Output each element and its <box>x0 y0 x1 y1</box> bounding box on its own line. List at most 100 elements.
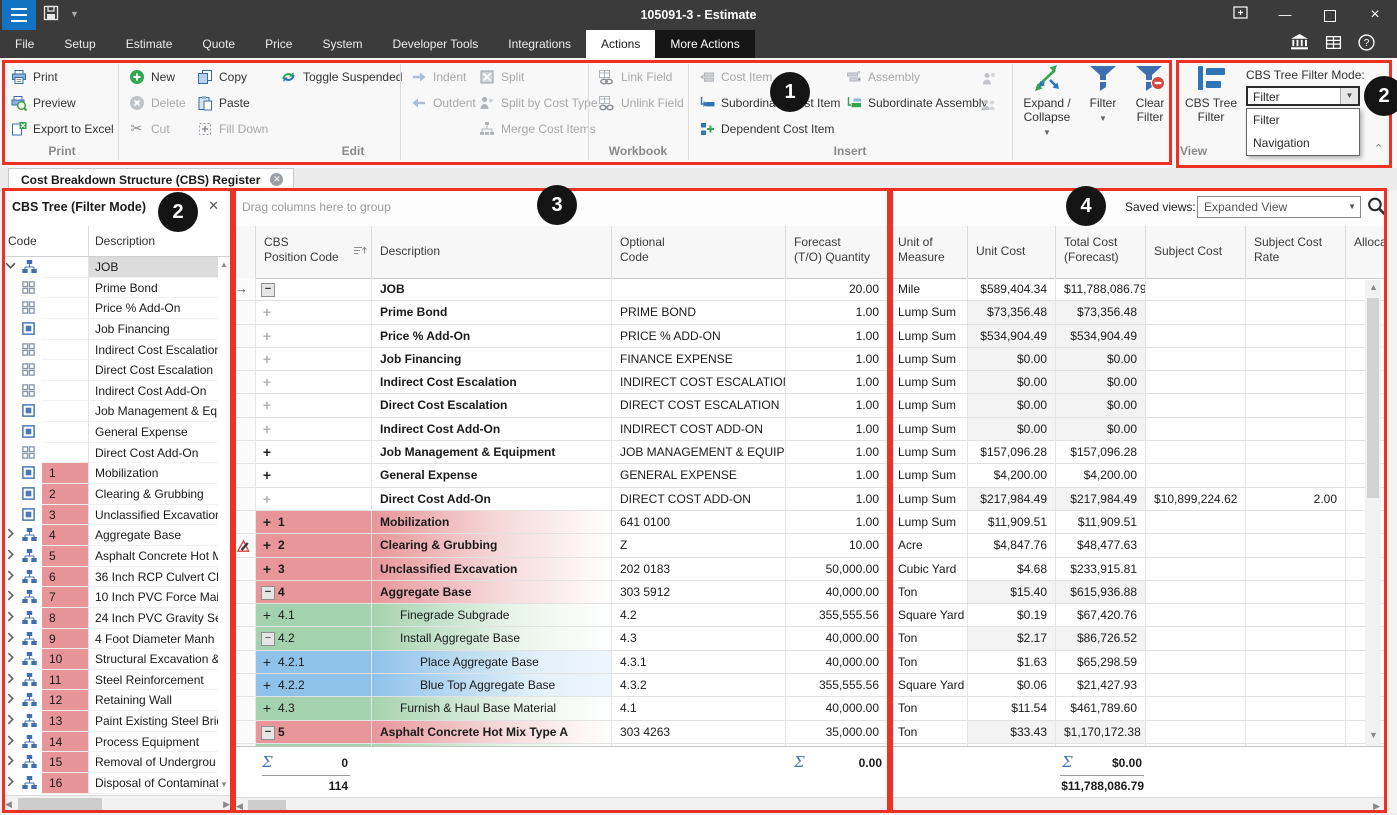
tree-row[interactable]: 9 4 Foot Diameter Manh <box>2 629 233 650</box>
tree-row[interactable]: General Expense <box>2 422 233 443</box>
table-row[interactable]: 3 Unclassified Excavation 202 0183 50,00… <box>232 558 890 581</box>
clear-filter-button[interactable]: Clear Filter <box>1128 62 1172 124</box>
chevron-right-icon[interactable] <box>5 549 18 563</box>
table-row[interactable]: 4.3 Furnish & Haul Base Material 4.1 40,… <box>232 697 890 720</box>
chevron-down-icon[interactable] <box>5 260 18 274</box>
ribbon-button[interactable]: Copy <box>196 68 268 85</box>
tree-row[interactable]: 4 Aggregate Base <box>2 525 233 546</box>
ribbon-button[interactable]: Split <box>478 68 598 85</box>
grid-scroll-thumb[interactable] <box>248 800 286 812</box>
col-header-unit-cost[interactable]: Unit Cost <box>968 226 1056 278</box>
tree-row[interactable]: 13 Paint Existing Steel Brid <box>2 711 233 732</box>
minimize-button[interactable]: — <box>1265 0 1305 30</box>
chevron-right-icon[interactable] <box>5 693 18 707</box>
table-row[interactable]: Direct Cost Add-On DIRECT COST ADD-ON 1.… <box>232 488 890 511</box>
table-row[interactable]: Price % Add-On PRICE % ADD-ON 1.00 <box>232 325 890 348</box>
table-row[interactable]: 4.1 Finegrade Subgrade 4.2 355,555.56 <box>232 604 890 627</box>
menu-estimate[interactable]: Estimate <box>111 30 188 58</box>
bank-icon[interactable] <box>1290 34 1309 54</box>
table-row[interactable]: Job Management & Equipment JOB MANAGEMEN… <box>232 441 890 464</box>
chevron-right-icon[interactable] <box>5 776 18 790</box>
expand-toggle-icon[interactable] <box>261 609 273 621</box>
table-row[interactable]: Lump Sum $0.00 $0.00 <box>890 418 1386 441</box>
chevron-down-icon[interactable]: ▼ <box>1348 197 1356 217</box>
expand-collapse-button[interactable]: Expand / Collapse ▼ <box>1016 62 1078 138</box>
table-row[interactable]: 4.2.1 Place Aggregate Base 4.3.1 40,000.… <box>232 651 890 674</box>
collapse-ribbon-chevron[interactable]: ⌃ <box>1374 142 1383 155</box>
table-row[interactable]: Lump Sum $217,984.49 $217,984.49 $10,899… <box>890 488 1386 511</box>
expand-toggle-icon[interactable] <box>261 679 273 691</box>
table-row[interactable]: Indirect Cost Add-On INDIRECT COST ADD-O… <box>232 418 890 441</box>
save-dropdown-caret[interactable]: ▼ <box>70 9 79 19</box>
table-row[interactable]: Prime Bond PRIME BOND 1.00 <box>232 301 890 324</box>
expand-toggle-icon[interactable] <box>261 376 273 388</box>
menu-setup[interactable]: Setup <box>49 30 110 58</box>
scroll-down-icon[interactable]: ▼ <box>1369 730 1378 740</box>
table-row[interactable]: Direct Cost Escalation DIRECT COST ESCAL… <box>232 394 890 417</box>
expand-toggle-icon[interactable] <box>261 283 275 297</box>
expand-toggle-icon[interactable] <box>261 632 275 646</box>
chevron-down-icon[interactable]: ▼ <box>1340 88 1358 104</box>
save-icon[interactable] <box>42 4 60 25</box>
col-header-description[interactable]: Description <box>372 226 612 278</box>
table-row[interactable]: Job Financing FINANCE EXPENSE 1.00 <box>232 348 890 371</box>
expand-toggle-icon[interactable] <box>261 493 273 505</box>
scroll-up-icon[interactable]: ▲ <box>1369 282 1378 292</box>
expand-toggle-icon[interactable] <box>261 516 273 528</box>
ribbon-button[interactable]: Link Field <box>598 68 684 85</box>
cbs-tree-close-icon[interactable]: ✕ <box>208 198 219 214</box>
col-header-allocate[interactable]: Allocate <box>1346 226 1385 278</box>
col-header-subject-cost-rate[interactable]: Subject Cost Rate <box>1246 226 1346 278</box>
pin-window-icon[interactable] <box>1220 0 1260 30</box>
grid-vscroll-thumb[interactable] <box>1367 298 1379 498</box>
cbs-tree-filter-button[interactable]: CBS Tree Filter <box>1184 62 1238 124</box>
table-row[interactable]: General Expense GENERAL EXPENSE 1.00 <box>232 464 890 487</box>
tree-scroll-up-icon[interactable]: ▲ <box>220 260 230 269</box>
tree-row[interactable]: 11 Steel Reinforcement <box>2 670 233 691</box>
menu-price[interactable]: Price <box>250 30 307 58</box>
expand-toggle-icon[interactable] <box>261 702 273 714</box>
maximize-button[interactable] <box>1310 0 1350 30</box>
ribbon-button[interactable] <box>980 70 1003 87</box>
ribbon-button[interactable]: Paste <box>196 94 268 111</box>
table-row[interactable]: Lump Sum $0.00 $0.00 <box>890 394 1386 417</box>
tree-row[interactable]: 1 Mobilization <box>2 463 233 484</box>
tree-scroll-down-icon[interactable]: ▼ <box>220 780 230 789</box>
ribbon-button[interactable]: Subordinate Cost Item <box>698 94 840 111</box>
table-row[interactable]: Mile $589,404.34 $11,788,086.79 <box>890 278 1386 301</box>
expand-toggle-icon[interactable] <box>261 446 273 458</box>
menu-more-actions[interactable]: More Actions <box>655 30 754 58</box>
chevron-right-icon[interactable] <box>5 611 18 625</box>
chevron-right-icon[interactable] <box>5 528 18 542</box>
table-row[interactable]: Ton $33.43 $1,170,172.38 <box>890 721 1386 744</box>
ribbon-button[interactable] <box>980 96 1003 113</box>
chevron-right-icon[interactable] <box>5 652 18 666</box>
tree-row[interactable]: 15 Removal of Undergrou <box>2 752 233 773</box>
table-row[interactable]: Lump Sum $4,200.00 $4,200.00 <box>890 464 1386 487</box>
tree-row[interactable]: JOB <box>2 257 233 278</box>
table-row[interactable]: Lump Sum $157,096.28 $157,096.28 <box>890 441 1386 464</box>
expand-toggle-icon[interactable] <box>261 586 275 600</box>
grid-horizontal-scrollbar[interactable]: ◀ <box>232 797 890 813</box>
expand-toggle-icon[interactable] <box>261 726 275 740</box>
tree-col-description[interactable]: Description <box>89 226 230 256</box>
filter-button[interactable]: Filter ▼ <box>1082 62 1124 124</box>
tree-row[interactable]: Direct Cost Escalation <box>2 360 233 381</box>
table-row[interactable]: Lump Sum $11,909.51 $11,909.51 <box>890 511 1386 534</box>
col-header-subject-cost[interactable]: Subject Cost <box>1146 226 1246 278</box>
table-row[interactable]: Square Yard $0.06 $21,427.93 <box>890 674 1386 697</box>
ribbon-button[interactable]: Unlink Field <box>598 94 684 111</box>
chevron-right-icon[interactable] <box>5 570 18 584</box>
tree-row[interactable]: 3 Unclassified Excavation <box>2 505 233 526</box>
saved-views-select[interactable]: Expanded View ▼ <box>1197 196 1361 218</box>
table-row[interactable]: Lump Sum $0.00 $0.00 <box>890 348 1386 371</box>
ribbon-button[interactable]: Dependent Cost Item <box>698 120 840 137</box>
tree-horizontal-scrollbar[interactable]: ◀ ▶ <box>2 795 233 813</box>
menu-actions[interactable]: Actions <box>586 30 655 58</box>
scroll-right-icon[interactable]: ▶ <box>1373 801 1380 812</box>
col-header-unit-of-measure[interactable]: Unit of Measure <box>890 226 968 278</box>
chevron-right-icon[interactable] <box>5 755 18 769</box>
table-row[interactable]: → JOB 20.00 <box>232 278 890 301</box>
chevron-right-icon[interactable] <box>5 673 18 687</box>
tree-row[interactable]: Job Financing <box>2 319 233 340</box>
